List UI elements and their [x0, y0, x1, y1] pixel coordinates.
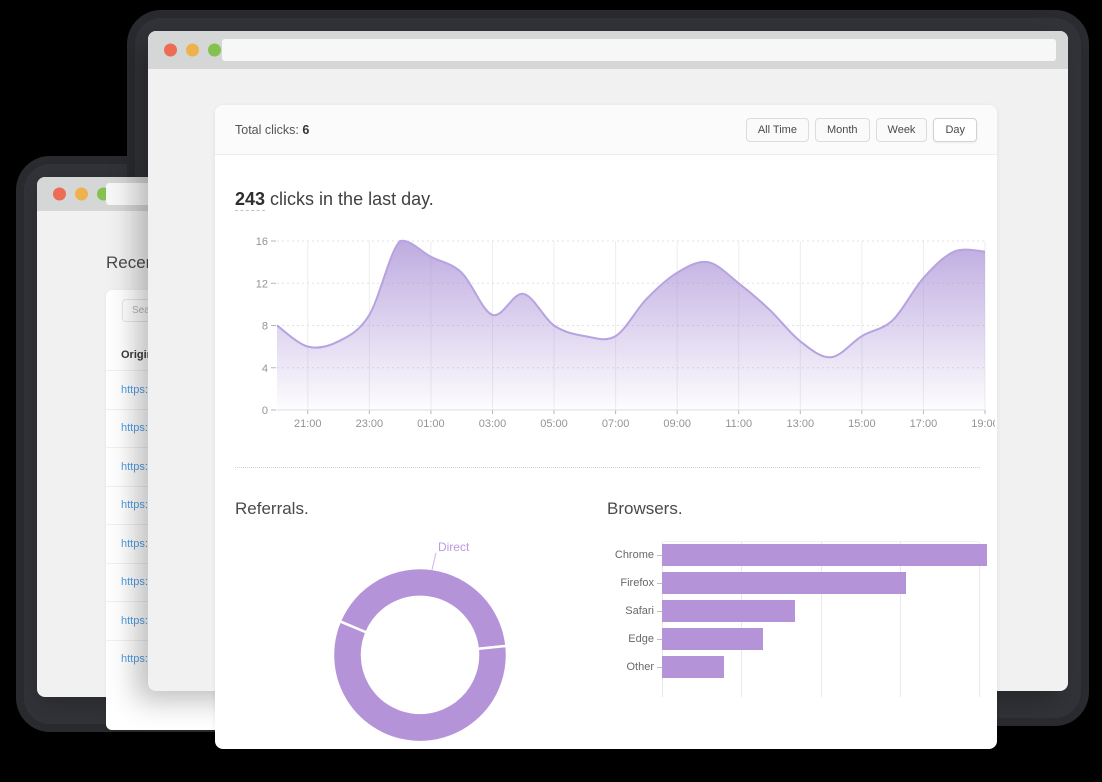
bar-row-chrome: Chrome [607, 541, 987, 569]
svg-text:4: 4 [262, 363, 268, 375]
svg-text:19:00: 19:00 [971, 418, 995, 430]
bar-track [662, 653, 987, 681]
svg-text:13:00: 13:00 [787, 418, 815, 430]
referrals-section-title: Referrals. [235, 499, 309, 518]
referrals-donut-chart: Direct [310, 537, 540, 777]
range-button-week[interactable]: Week [875, 117, 928, 142]
url-bar[interactable] [222, 39, 1056, 61]
minimize-window-icon [75, 187, 88, 201]
svg-text:11:00: 11:00 [725, 418, 752, 430]
svg-text:12: 12 [256, 278, 268, 290]
bar [662, 572, 906, 594]
analytics-body: 243 clicks in the last day. 21:00 23:00 01… [215, 155, 999, 749]
bar-label: Safari [625, 605, 654, 617]
svg-text:23:00: 23:00 [356, 418, 384, 430]
clicks-area-chart: 21:00 23:00 01:00 03:00 05:00 07:00 09:00 11:00… [235, 233, 999, 433]
total-clicks-value: 6 [302, 122, 310, 137]
bar-track [662, 597, 987, 625]
bar [662, 628, 763, 650]
svg-text:0: 0 [262, 405, 268, 417]
svg-text:09:00: 09:00 [663, 418, 691, 430]
close-window-icon [53, 187, 66, 201]
browser-chrome-bar [148, 31, 1068, 69]
svg-text:03:00: 03:00 [479, 418, 507, 430]
bar-label: Edge [628, 633, 654, 645]
donut-label-direct: Direct [438, 540, 470, 554]
browsers-section-title: Browsers. [607, 499, 683, 518]
svg-text:01:00: 01:00 [417, 418, 445, 430]
traffic-lights [164, 43, 221, 57]
close-window-icon [164, 43, 177, 57]
svg-text:17:00: 17:00 [910, 418, 938, 430]
clicks-headline: 243 clicks in the last day. [235, 189, 434, 211]
bar-track [662, 625, 987, 653]
clicks-count: 243 [235, 189, 266, 211]
range-button-day[interactable]: Day [933, 117, 977, 142]
total-clicks-stat: Total clicks: 6 [235, 123, 309, 137]
total-clicks-label: Total clicks: [235, 122, 299, 137]
svg-text:05:00: 05:00 [540, 418, 568, 430]
stats-header: Total clicks: 6 All Time Month Week Day [215, 105, 997, 155]
bar-row-edge: Edge [607, 625, 987, 653]
bar [662, 600, 796, 622]
section-divider [235, 467, 980, 468]
bar [662, 544, 987, 566]
range-button-all-time[interactable]: All Time [745, 117, 809, 142]
bar-row-firefox: Firefox [607, 569, 987, 597]
bar-label: Other [626, 661, 654, 673]
analytics-card: Total clicks: 6 All Time Month Week Day 243… [215, 105, 999, 749]
maximize-window-icon [208, 43, 221, 57]
browsers-bar-chart: Chrome Firefox Safari Edge Other [607, 541, 987, 697]
svg-text:21:00: 21:00 [294, 418, 322, 430]
bar-label: Firefox [620, 577, 654, 589]
svg-text:07:00: 07:00 [602, 418, 630, 430]
bar-track [662, 569, 987, 597]
minimize-window-icon [186, 43, 199, 57]
bar-row-safari: Safari [607, 597, 987, 625]
svg-text:15:00: 15:00 [848, 418, 876, 430]
time-range-buttons: All Time Month Week Day [745, 117, 977, 142]
bar-label: Chrome [614, 549, 654, 561]
bar-row-other: Other [607, 653, 987, 681]
svg-text:16: 16 [256, 236, 268, 248]
donut-chart-svg: Direct [331, 540, 509, 744]
range-button-month[interactable]: Month [814, 117, 870, 142]
svg-text:8: 8 [262, 321, 268, 333]
clicks-headline-text: clicks in the last day. [265, 189, 434, 209]
bar [662, 656, 724, 678]
traffic-lights [53, 187, 110, 201]
front-browser-window: Total clicks: 6 All Time Month Week Day 243… [148, 31, 1068, 749]
area-chart-svg: 21:00 23:00 01:00 03:00 05:00 07:00 09:00 11:00… [256, 236, 999, 430]
bar-track [662, 541, 987, 569]
